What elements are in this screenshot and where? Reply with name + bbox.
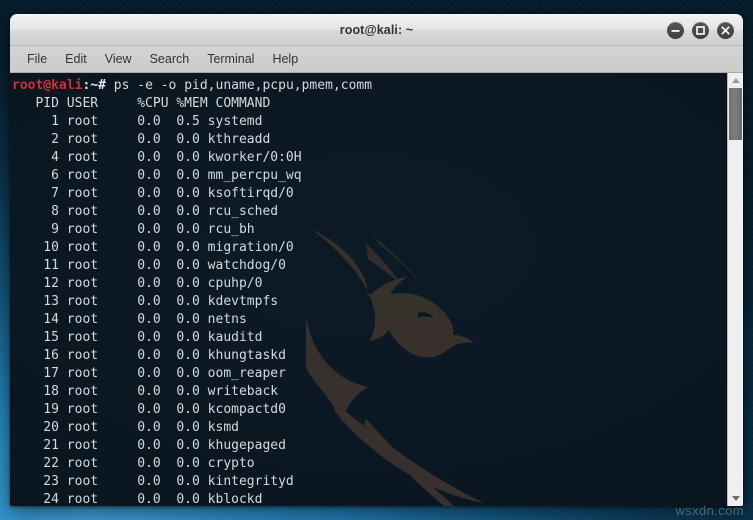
process-table-row: 19 root 0.0 0.0 kcompactd0	[12, 402, 286, 417]
process-table-header: PID USER %CPU %MEM COMMAND	[12, 96, 271, 111]
menu-bar: File Edit View Search Terminal Help	[10, 46, 743, 73]
process-table-row: 2 root 0.0 0.0 kthreadd	[12, 132, 271, 147]
process-table-row: 1 root 0.0 0.5 systemd	[12, 114, 263, 129]
chevron-up-icon	[731, 78, 740, 83]
process-table-row: 23 root 0.0 0.0 kintegrityd	[12, 474, 294, 489]
window-title: root@kali: ~	[339, 23, 414, 37]
menu-item-help[interactable]: Help	[263, 49, 307, 69]
terminal-window: root@kali: ~ File Edit View Search Termi…	[10, 14, 743, 506]
terminal-text-layer: root@kali:~# ps -e -o pid,uname,pcpu,pme…	[10, 73, 372, 506]
prompt-user-host: root@kali	[12, 78, 83, 93]
process-table-row: 9 root 0.0 0.0 rcu_bh	[12, 222, 255, 237]
process-table-row: 6 root 0.0 0.0 mm_percpu_wq	[12, 168, 302, 183]
process-table-row: 21 root 0.0 0.0 khugepaged	[12, 438, 286, 453]
scroll-up-button[interactable]	[728, 73, 743, 88]
process-table-row: 11 root 0.0 0.0 watchdog/0	[12, 258, 286, 273]
process-table-row: 4 root 0.0 0.0 kworker/0:0H	[12, 150, 302, 165]
process-table-row: 14 root 0.0 0.0 netns	[12, 312, 247, 327]
process-table-row: 13 root 0.0 0.0 kdevtmpfs	[12, 294, 279, 309]
process-table-row: 15 root 0.0 0.0 kauditd	[12, 330, 263, 345]
terminal-scrollbar[interactable]	[727, 73, 743, 506]
menu-item-file[interactable]: File	[18, 49, 56, 69]
menu-item-search[interactable]: Search	[141, 49, 199, 69]
menu-item-edit[interactable]: Edit	[56, 49, 96, 69]
terminal-screen[interactable]: root@kali:~# ps -e -o pid,uname,pcpu,pme…	[10, 73, 727, 506]
prompt-command: ps -e -o pid,uname,pcpu,pmem,comm	[113, 78, 373, 93]
close-button[interactable]	[717, 21, 734, 39]
menu-item-terminal[interactable]: Terminal	[198, 49, 263, 69]
terminal-prompt-line: root@kali:~# ps -e -o pid,uname,pcpu,pme…	[12, 77, 372, 95]
process-table-row: 24 root 0.0 0.0 kblockd	[12, 492, 263, 506]
maximize-button[interactable]	[692, 21, 709, 39]
minimize-button[interactable]	[667, 21, 684, 39]
process-table-row: 22 root 0.0 0.0 crypto	[12, 456, 255, 471]
menu-item-view[interactable]: View	[96, 49, 141, 69]
process-table-row: 10 root 0.0 0.0 migration/0	[12, 240, 294, 255]
prompt-path-sign: :~#	[82, 78, 114, 93]
scroll-down-button[interactable]	[728, 491, 743, 506]
window-controls	[667, 15, 734, 45]
process-table-row: 20 root 0.0 0.0 ksmd	[12, 420, 239, 435]
window-titlebar[interactable]: root@kali: ~	[10, 14, 743, 46]
chevron-down-icon	[731, 496, 740, 501]
scrollbar-track[interactable]	[728, 88, 743, 491]
terminal-body: root@kali:~# ps -e -o pid,uname,pcpu,pme…	[10, 73, 743, 506]
process-table-row: 12 root 0.0 0.0 cpuhp/0	[12, 276, 263, 291]
process-table-row: 18 root 0.0 0.0 writeback	[12, 384, 279, 399]
process-table-row: 7 root 0.0 0.0 ksoftirqd/0	[12, 186, 294, 201]
scrollbar-thumb[interactable]	[729, 88, 742, 140]
process-table-row: 16 root 0.0 0.0 khungtaskd	[12, 348, 286, 363]
process-table-row: 17 root 0.0 0.0 oom_reaper	[12, 366, 286, 381]
process-table-row: 8 root 0.0 0.0 rcu_sched	[12, 204, 279, 219]
